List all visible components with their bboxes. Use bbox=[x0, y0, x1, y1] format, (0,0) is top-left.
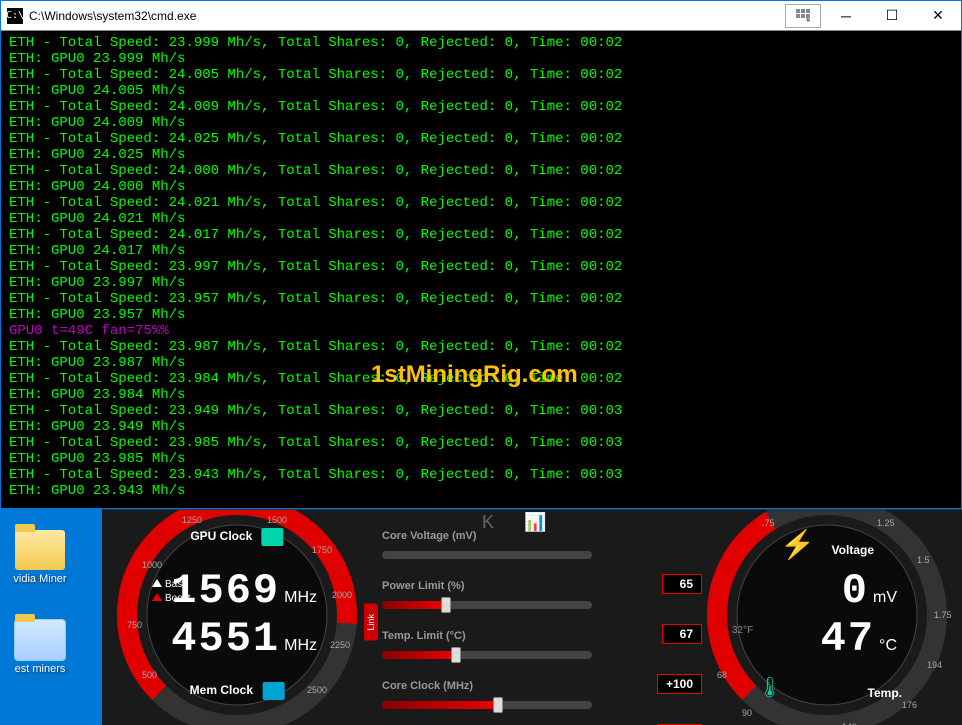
cmd-line: ETH: GPU0 24.000 Mh/s bbox=[9, 179, 953, 195]
cmd-line: ETH: GPU0 23.949 Mh/s bbox=[9, 419, 953, 435]
icon-label: vidia Miner bbox=[0, 573, 80, 585]
maximize-button[interactable]: ☐ bbox=[869, 1, 915, 30]
slider-track[interactable] bbox=[382, 651, 592, 659]
thermometer-icon: 🌡 bbox=[757, 675, 782, 700]
cmd-line: ETH - Total Speed: 24.025 Mh/s, Total Sh… bbox=[9, 131, 953, 147]
slider-value[interactable]: +100 bbox=[657, 674, 702, 694]
cmd-line: GPU0 t=49C fan=75%% bbox=[9, 323, 953, 339]
minimize-button[interactable]: ─ bbox=[823, 1, 869, 30]
titlebar[interactable]: C:\ C:\Windows\system32\cmd.exe ─ ☐ ✕ bbox=[1, 1, 961, 31]
slider-value[interactable]: 65 bbox=[662, 574, 702, 594]
cmd-line: ETH - Total Speed: 23.987 Mh/s, Total Sh… bbox=[9, 339, 953, 355]
slider-row: Core Voltage (mV) bbox=[382, 530, 702, 564]
folder-icon bbox=[15, 530, 65, 570]
slider-thumb[interactable] bbox=[493, 697, 503, 713]
slider-row: Core Clock (MHz)+100 bbox=[382, 680, 702, 714]
mem-chip-icon bbox=[262, 682, 284, 700]
cmd-line: ETH - Total Speed: 23.949 Mh/s, Total Sh… bbox=[9, 403, 953, 419]
slider-label: Core Voltage (mV) bbox=[382, 530, 702, 542]
slider-row: Temp. Limit (°C)67 bbox=[382, 630, 702, 664]
close-button[interactable]: ✕ bbox=[915, 1, 961, 30]
folder-icon bbox=[15, 620, 65, 660]
slider-track[interactable] bbox=[382, 551, 592, 559]
cmd-line: ETH: GPU0 24.017 Mh/s bbox=[9, 243, 953, 259]
desktop-folder[interactable]: est miners bbox=[0, 620, 80, 675]
cmd-line: ETH: GPU0 23.997 Mh/s bbox=[9, 275, 953, 291]
slider-label: Temp. Limit (°C) bbox=[382, 630, 702, 642]
temp-value: 47 bbox=[821, 615, 875, 663]
slider-thumb[interactable] bbox=[441, 597, 451, 613]
slider-track[interactable] bbox=[382, 601, 592, 609]
cmd-line: ETH - Total Speed: 23.957 Mh/s, Total Sh… bbox=[9, 291, 953, 307]
cmd-output[interactable]: ETH - Total Speed: 23.999 Mh/s, Total Sh… bbox=[1, 31, 961, 503]
cmd-line: ETH: GPU0 23.957 Mh/s bbox=[9, 307, 953, 323]
settings-grid-button[interactable] bbox=[785, 4, 821, 28]
gpu-clock-value: 1569 bbox=[171, 567, 280, 615]
mem-clock-value: 4551 bbox=[171, 615, 280, 663]
window-title: C:\Windows\system32\cmd.exe bbox=[29, 9, 785, 23]
afterburner-panel: K 📊 500 750 1000 1250 1500 1750 2000 225… bbox=[102, 509, 962, 725]
slider-value[interactable]: 67 bbox=[662, 624, 702, 644]
fahrenheit-label: 32°F bbox=[732, 625, 753, 636]
slider-row: Power Limit (%)65 bbox=[382, 580, 702, 614]
cmd-line: ETH - Total Speed: 23.985 Mh/s, Total Sh… bbox=[9, 435, 953, 451]
sliders-panel: Link Core Voltage (mV)Power Limit (%)65T… bbox=[382, 530, 702, 725]
slider-thumb[interactable] bbox=[451, 647, 461, 663]
voltage-label: ⚡ Voltage bbox=[780, 528, 874, 561]
slider-label: Core Clock (MHz) bbox=[382, 680, 702, 692]
temp-label: Temp. bbox=[868, 686, 902, 700]
cmd-line: ETH - Total Speed: 24.000 Mh/s, Total Sh… bbox=[9, 163, 953, 179]
cmd-line: ETH - Total Speed: 23.984 Mh/s, Total Sh… bbox=[9, 371, 953, 387]
cmd-window: C:\ C:\Windows\system32\cmd.exe ─ ☐ ✕ ET… bbox=[0, 0, 962, 509]
cmd-line: ETH: GPU0 23.999 Mh/s bbox=[9, 51, 953, 67]
voltage-temp-gauge: .75 1 1.25 1.5 1.75 68 90 140 176 194 ⚡ … bbox=[702, 509, 952, 725]
icon-label: est miners bbox=[0, 663, 80, 675]
cmd-line: ETH - Total Speed: 24.021 Mh/s, Total Sh… bbox=[9, 195, 953, 211]
link-tab[interactable]: Link bbox=[364, 604, 378, 641]
cmd-line: ETH: GPU0 24.005 Mh/s bbox=[9, 83, 953, 99]
cmd-line: ETH - Total Speed: 24.005 Mh/s, Total Sh… bbox=[9, 67, 953, 83]
cmd-line: ETH: GPU0 23.943 Mh/s bbox=[9, 483, 953, 499]
cmd-line: ETH - Total Speed: 24.009 Mh/s, Total Sh… bbox=[9, 99, 953, 115]
desktop-folder[interactable]: vidia Miner bbox=[0, 530, 80, 585]
slider-label: Power Limit (%) bbox=[382, 580, 702, 592]
mem-clock-label: Mem Clock bbox=[190, 682, 285, 700]
cmd-line: ETH: GPU0 24.021 Mh/s bbox=[9, 211, 953, 227]
cmd-line: ETH - Total Speed: 24.017 Mh/s, Total Sh… bbox=[9, 227, 953, 243]
cmd-line: ETH: GPU0 23.987 Mh/s bbox=[9, 355, 953, 371]
gpu-clock-gauge: 500 750 1000 1250 1500 1750 2000 2250 25… bbox=[112, 509, 362, 725]
cmd-line: ETH - Total Speed: 23.997 Mh/s, Total Sh… bbox=[9, 259, 953, 275]
gpu-clock-label: GPU Clock bbox=[190, 528, 283, 546]
gpu-chip-icon bbox=[262, 528, 284, 546]
voltage-value: 0 bbox=[842, 567, 869, 615]
cmd-line: ETH: GPU0 24.025 Mh/s bbox=[9, 147, 953, 163]
cmd-line: ETH: GPU0 23.984 Mh/s bbox=[9, 387, 953, 403]
cmd-line: ETH: GPU0 24.009 Mh/s bbox=[9, 115, 953, 131]
cmd-icon: C:\ bbox=[7, 8, 23, 24]
cmd-line: ETH - Total Speed: 23.999 Mh/s, Total Sh… bbox=[9, 35, 953, 51]
cmd-line: ETH - Total Speed: 23.943 Mh/s, Total Sh… bbox=[9, 467, 953, 483]
bolt-icon: ⚡ bbox=[780, 529, 815, 560]
slider-track[interactable] bbox=[382, 701, 592, 709]
cmd-line: ETH: GPU0 23.985 Mh/s bbox=[9, 451, 953, 467]
